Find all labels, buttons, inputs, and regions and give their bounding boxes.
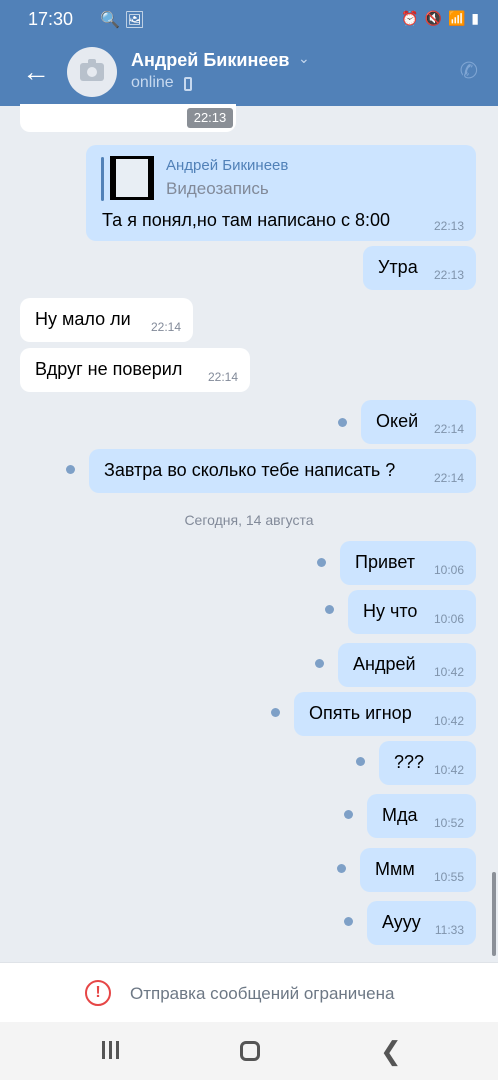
recent-apps-icon[interactable]: [100, 1041, 122, 1061]
reply-author: Андрей Бикинеев: [166, 157, 289, 174]
unread-dot: [317, 558, 326, 567]
message-bubble[interactable]: ??? 10:42: [379, 741, 476, 785]
message-text: Аууу: [382, 912, 421, 932]
message-bubble[interactable]: Ну что 10:06: [348, 590, 476, 634]
message-text: Вдруг не поверил: [35, 359, 183, 379]
message-time: 22:14: [433, 471, 464, 485]
message-bubble[interactable]: Ну мало ли 22:14: [20, 298, 193, 342]
message-time: 10:42: [433, 714, 464, 728]
avatar[interactable]: [67, 47, 117, 97]
message-text: Ну мало ли: [35, 309, 131, 329]
message-time: 11:33: [434, 923, 464, 937]
message-time: 10:42: [433, 665, 464, 679]
message-text: Окей: [376, 411, 419, 431]
message-bubble[interactable]: Аууу 11:33: [367, 901, 476, 945]
message-time: 22:13: [433, 268, 464, 282]
message-bubble[interactable]: Завтра во сколько тебе написать ? 22:14: [89, 449, 476, 493]
unread-dot: [325, 605, 334, 614]
contact-status: online: [131, 74, 174, 91]
phone-icon[interactable]: ✆: [460, 58, 478, 84]
message-text: Завтра во сколько тебе написать ?: [104, 460, 396, 480]
scrollbar[interactable]: [492, 872, 496, 956]
message-bubble[interactable]: Привет 10:06: [340, 541, 476, 585]
unread-dot: [356, 757, 365, 766]
message-time: 10:52: [433, 816, 464, 830]
video-thumbnail[interactable]: [110, 156, 154, 200]
unread-dot: [271, 708, 280, 717]
message-restricted-bar: ! Отправка сообщений ограничена: [0, 962, 498, 1022]
unread-dot: [338, 418, 347, 427]
status-time: 17:30: [28, 9, 74, 29]
message-time-badge: 22:13: [187, 108, 233, 128]
back-arrow-icon[interactable]: ←: [22, 58, 50, 86]
message-bubble[interactable]: Мда 10:52: [367, 794, 476, 838]
message-bubble[interactable]: Вдруг не поверил 22:14: [20, 348, 250, 392]
message-text: Мда: [382, 805, 418, 825]
message-text: ???: [394, 752, 425, 772]
home-icon[interactable]: [240, 1041, 260, 1061]
date-separator: Сегодня, 14 августа: [184, 512, 314, 528]
message-text: Привет: [355, 552, 416, 572]
message-bubble[interactable]: Окей 22:14: [361, 400, 476, 444]
message-time: 10:42: [433, 763, 464, 777]
message-bubble[interactable]: Андрей 10:42: [338, 643, 476, 687]
message-text: Опять игнор: [309, 703, 412, 723]
message-text: Андрей: [353, 654, 416, 674]
message-bubble[interactable]: Утра 22:13: [363, 246, 476, 290]
message-text: Ну что: [363, 601, 418, 621]
status-bar: 17:30 🔍 🖼 ⏰ 🔇 📶 ▮: [0, 0, 498, 38]
message-text: Та я понял,но там написано с 8:00: [102, 210, 391, 230]
system-status-icons: ⏰ 🔇 📶 ▮: [401, 10, 480, 26]
chat-header: 17:30 🔍 🖼 ⏰ 🔇 📶 ▮ ← Андрей Бикинеев ⌄ on…: [0, 0, 498, 106]
chevron-down-icon[interactable]: ⌄: [298, 50, 310, 67]
unread-dot: [315, 659, 324, 668]
system-navigation-bar: ❮: [0, 1022, 498, 1080]
mobile-icon: [184, 77, 192, 91]
message-time: 10:55: [433, 870, 464, 884]
message-bubble[interactable]: Ммм 10:55: [360, 848, 476, 892]
unread-dot: [66, 465, 75, 474]
unread-dot: [337, 864, 346, 873]
camera-icon: [80, 59, 104, 81]
restricted-text: Отправка сообщений ограничена: [130, 984, 395, 1003]
message-time: 10:06: [433, 612, 464, 626]
reply-attachment-type: Видеозапись: [166, 179, 269, 198]
unread-dot: [344, 810, 353, 819]
message-time: 22:14: [150, 320, 181, 334]
message-time: 22:14: [433, 422, 464, 436]
unread-dot: [344, 917, 353, 926]
notification-icons: 🔍 🖼: [100, 12, 145, 29]
reply-indicator: [101, 157, 104, 201]
back-chevron-icon[interactable]: ❮: [380, 1036, 402, 1067]
contact-name[interactable]: Андрей Бикинеев: [131, 50, 289, 71]
message-time: 10:06: [433, 563, 464, 577]
message-bubble[interactable]: Опять игнор 10:42: [294, 692, 476, 736]
message-text: Ммм: [375, 859, 415, 879]
message-time: 22:13: [433, 219, 464, 233]
warning-icon: !: [85, 980, 111, 1006]
message-text: Утра: [378, 257, 418, 277]
message-time: 22:14: [207, 370, 238, 384]
